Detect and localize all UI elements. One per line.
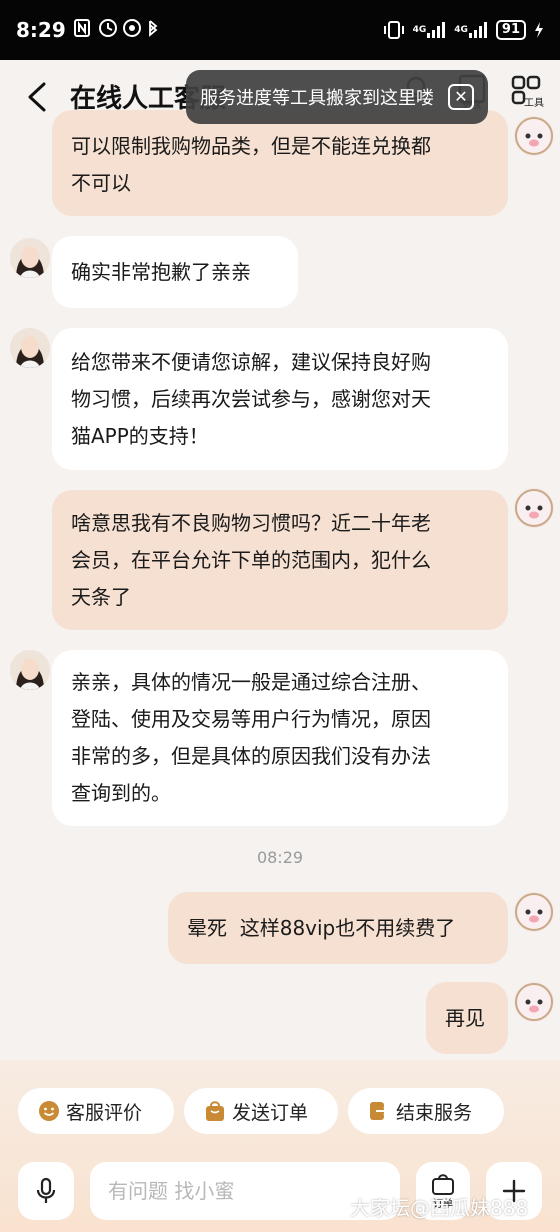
message-bubble-user: 晕死 这样88vip也不用续费了 — [168, 892, 508, 964]
send-order-button[interactable]: 发送订单 — [184, 1088, 338, 1134]
message-line: 亲亲，具体的情况一般是通过综合注册、 — [71, 670, 431, 694]
agent-avatar — [10, 328, 50, 368]
message-line: 会员，在平台允许下单的范围内，犯什么 — [71, 547, 431, 572]
back-arrow-icon[interactable] — [22, 80, 52, 114]
signal-1: 4G — [413, 21, 447, 39]
message-line: 登陆、使用及交易等用户行为情况，原因 — [71, 707, 431, 731]
agent-avatar — [10, 238, 50, 278]
tools-label: 工具 — [524, 98, 544, 109]
message-line: 非常的多，但是具体的原因我们没有办法 — [71, 744, 431, 768]
tools-tooltip: 服务进度等工具搬家到这里喽 ✕ — [186, 70, 488, 124]
message-bubble-user: 可以限制我购物品类，但是不能连兑换都 不可以 — [52, 110, 508, 216]
status-bar: 8:29 4G 4G 91 — [0, 0, 560, 60]
chat-timestamp: 08:29 — [256, 848, 304, 867]
message-text: 晕死 这样88vip也不用续费了 — [187, 915, 456, 940]
message-line: 天条了 — [71, 584, 131, 609]
user-avatar — [514, 892, 554, 932]
message-line: 给您带来不便请您谅解，建议保持良好购 — [71, 349, 431, 374]
agent-photo-icon — [10, 650, 50, 690]
smile-icon — [39, 1101, 59, 1121]
status-right: 4G 4G 91 — [383, 20, 544, 40]
cartoon-avatar-icon — [515, 893, 553, 931]
end-service-button[interactable]: 结束服务 — [348, 1088, 504, 1134]
message-bubble-agent: 亲亲，具体的情况一般是通过综合注册、 登陆、使用及交易等用户行为情况，原因 非常… — [52, 650, 508, 826]
agent-photo-icon — [10, 328, 50, 368]
message-text: 啥意思我有不良购物习惯吗？近二十年老 会员，在平台允许下单的范围内，犯什么 天条… — [71, 505, 431, 616]
signal-bars-icon — [427, 22, 446, 38]
message-text: 确实非常抱歉了亲亲 — [71, 259, 251, 284]
agent-photo-icon — [10, 238, 50, 278]
status-time: 8:29 — [16, 18, 66, 42]
signal-bars-icon — [468, 22, 487, 38]
message-bubble-agent: 给您带来不便请您谅解，建议保持良好购 物习惯，后续再次尝试参与，感谢您对天 猫A… — [52, 328, 508, 470]
chip-label: 客服评价 — [66, 1101, 143, 1124]
user-avatar — [514, 982, 554, 1022]
cartoon-avatar-icon — [515, 489, 553, 527]
message-text: 可以限制我购物品类，但是不能连兑换都 不可以 — [71, 128, 431, 202]
chip-label: 发送订单 — [232, 1101, 309, 1124]
vibrate-icon — [383, 21, 404, 39]
exit-icon — [370, 1102, 390, 1120]
tooltip-text: 服务进度等工具搬家到这里喽 — [200, 88, 434, 109]
message-line: 物习惯，后续再次尝试参与，感谢您对天 — [71, 386, 431, 411]
message-text: 再见 — [445, 1005, 485, 1030]
tools-button[interactable]: 工具 — [502, 74, 550, 122]
message-line: 猫APP的支持！ — [71, 423, 209, 448]
network-type-2: 4G — [454, 25, 468, 35]
user-avatar — [514, 488, 554, 528]
microphone-icon — [36, 1177, 56, 1203]
message-line: 查询到的。 — [71, 781, 171, 805]
message-text: 亲亲，具体的情况一般是通过综合注册、 登陆、使用及交易等用户行为情况，原因 非常… — [71, 664, 431, 812]
tooltip-close-icon[interactable]: ✕ — [448, 84, 474, 110]
signal-2: 4G — [454, 21, 488, 39]
message-line: 不可以 — [71, 171, 131, 195]
battery-indicator: 91 — [495, 20, 526, 40]
rate-service-button[interactable]: 客服评价 — [18, 1088, 174, 1134]
agent-avatar — [10, 650, 50, 690]
voice-button[interactable] — [18, 1162, 74, 1220]
user-avatar — [514, 116, 554, 156]
notification-icons — [73, 17, 160, 43]
cartoon-avatar-icon — [515, 983, 553, 1021]
message-bubble-agent: 确实非常抱歉了亲亲 — [52, 236, 298, 308]
watermark-text: 大家坛@西瓜妹888 — [350, 1196, 529, 1220]
message-bubble-user: 再见 — [426, 982, 508, 1054]
notification-icons-set — [73, 19, 158, 37]
cartoon-avatar-icon — [515, 117, 553, 155]
message-line: 可以限制我购物品类，但是不能连兑换都 — [71, 134, 431, 158]
charging-icon — [535, 22, 543, 38]
message-line: 啥意思我有不良购物习惯吗？近二十年老 — [71, 510, 431, 535]
shopping-bag-icon — [206, 1101, 224, 1121]
message-text: 给您带来不便请您谅解，建议保持良好购 物习惯，后续再次尝试参与，感谢您对天 猫A… — [71, 344, 431, 455]
message-bubble-user: 啥意思我有不良购物习惯吗？近二十年老 会员，在平台允许下单的范围内，犯什么 天条… — [52, 490, 508, 630]
chip-label: 结束服务 — [396, 1101, 473, 1124]
network-type-1: 4G — [412, 25, 427, 35]
